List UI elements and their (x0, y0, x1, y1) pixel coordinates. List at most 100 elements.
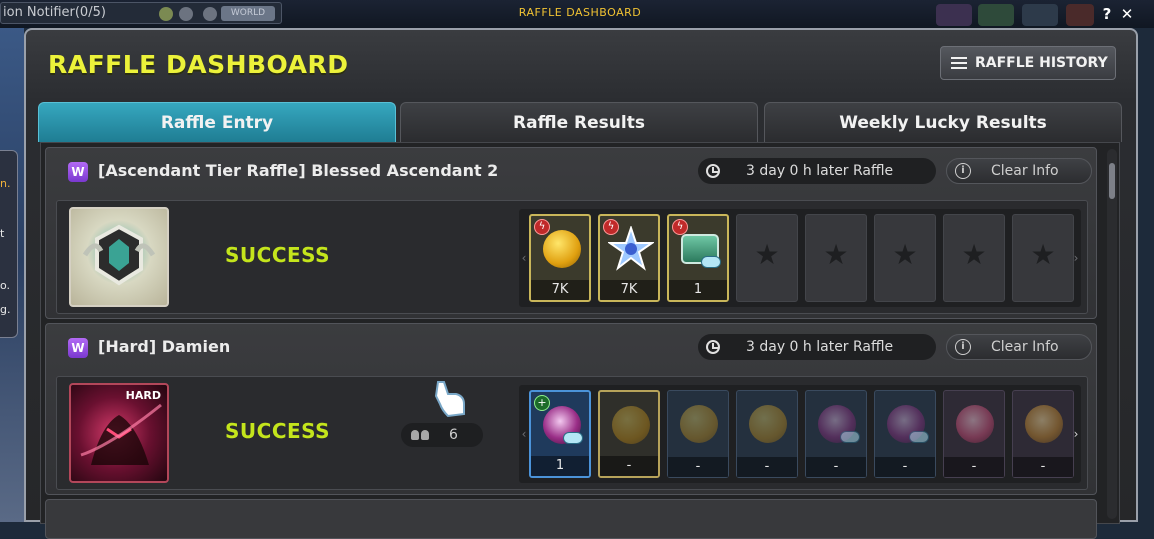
notifier-label: ion Notifier(0/5) (3, 5, 106, 20)
ascendant-emblem-icon (69, 207, 169, 307)
raffle-list: W [Ascendant Tier Raffle] Blessed Ascend… (40, 142, 1120, 539)
world-badge[interactable]: WORLD (221, 6, 275, 21)
empty-star-icon: ★ (961, 238, 987, 271)
reward-qty: - (1013, 457, 1073, 477)
bolt-badge-icon: ϟ (534, 219, 550, 235)
tray-icon[interactable] (936, 4, 972, 26)
empty-star-icon: ★ (754, 238, 780, 271)
empty-star-icon: ★ (1030, 238, 1056, 271)
tab-raffle-results[interactable]: Raffle Results (400, 102, 758, 142)
scrollbar[interactable] (1107, 149, 1117, 519)
side-text: o. (0, 279, 11, 292)
raffle-timer: 3 day 0 h later Raffle (698, 334, 936, 360)
reward-slot[interactable]: - (667, 390, 729, 478)
weekly-badge-icon: W (68, 162, 88, 182)
empty-reward-slot: ★ (1012, 214, 1074, 302)
reward-slot[interactable]: + 1 (529, 390, 591, 478)
raffle-history-label: RAFFLE HISTORY (975, 55, 1108, 71)
cloud-icon (701, 256, 721, 268)
reward-qty: - (944, 457, 1004, 477)
settings-icon[interactable] (179, 7, 193, 21)
raffle-card-header: W [Ascendant Tier Raffle] Blessed Ascend… (46, 148, 1096, 196)
raffle-card: W [Hard] Damien 3 day 0 h later Raffle i… (45, 323, 1097, 495)
info-icon: i (955, 163, 971, 179)
empty-reward-slot: ★ (874, 214, 936, 302)
reward-slot[interactable]: - (1012, 390, 1074, 478)
gold-coin-icon (749, 405, 787, 443)
cloud-icon (909, 431, 929, 443)
reward-qty: - (737, 457, 797, 477)
empty-star-icon: ★ (823, 238, 849, 271)
reward-slot[interactable]: ϟ 7K (598, 214, 660, 302)
menu-icon (951, 57, 967, 69)
side-panel: n. t o. g. (0, 150, 18, 338)
clear-info-button[interactable]: i Clear Info (946, 334, 1092, 360)
page-title: RAFFLE DASHBOARD (48, 50, 349, 79)
scroll-thumb[interactable] (1109, 163, 1115, 199)
clear-info-label: Clear Info (991, 339, 1059, 355)
reward-slot[interactable]: - (736, 390, 798, 478)
clear-info-button[interactable]: i Clear Info (946, 158, 1092, 184)
reward-slot[interactable]: - (598, 390, 660, 478)
star-crystal-icon (608, 226, 654, 271)
clock-icon (706, 340, 720, 354)
reward-qty: 1 (531, 456, 589, 476)
gold-coin-icon (543, 230, 581, 268)
plus-badge-icon: + (534, 395, 550, 411)
tray-icon[interactable] (1022, 4, 1058, 26)
raffle-timer-text: 3 day 0 h later Raffle (746, 339, 894, 355)
raffle-card-body: SUCCESS ‹ ϟ 7K ϟ 7K ϟ 1 ★ ★ ★ ★ ★ › (56, 200, 1088, 314)
raffle-card: W [Ascendant Tier Raffle] Blessed Ascend… (45, 147, 1097, 319)
empty-reward-slot: ★ (943, 214, 1005, 302)
bolt-badge-icon: ϟ (672, 219, 688, 235)
scroll-left-icon[interactable]: ‹ (519, 209, 529, 307)
weekly-badge-icon: W (68, 338, 88, 358)
gold-orb-icon (1025, 405, 1063, 443)
info-icon: i (955, 339, 971, 355)
reward-slot[interactable]: ϟ 1 (667, 214, 729, 302)
tab-raffle-entry[interactable]: Raffle Entry (38, 102, 396, 142)
clock-icon (706, 164, 720, 178)
gold-coin-icon (612, 406, 650, 444)
tray-icon[interactable] (1066, 4, 1094, 26)
party-count: 6 (401, 423, 483, 447)
reward-qty: - (875, 457, 935, 477)
raffle-status: SUCCESS (225, 243, 331, 267)
background-game-screen: n. t o. g. (0, 0, 24, 522)
raffle-card-header: W [Hard] Damien 3 day 0 h later Raffle i… (46, 324, 1096, 372)
plus-icon[interactable] (159, 7, 173, 21)
raffle-status: SUCCESS (225, 419, 331, 443)
scroll-right-icon[interactable]: › (1071, 385, 1081, 483)
close-button[interactable]: ✕ (1118, 5, 1136, 23)
reward-qty: 7K (600, 280, 658, 300)
scroll-right-icon[interactable]: › (1071, 209, 1081, 307)
raffle-title: [Hard] Damien (98, 337, 231, 356)
tray-icon[interactable] (978, 4, 1014, 26)
reward-qty: - (806, 457, 866, 477)
raffle-dashboard-window: RAFFLE DASHBOARD RAFFLE HISTORY Raffle E… (24, 28, 1138, 539)
raffle-title: [Ascendant Tier Raffle] Blessed Ascendan… (98, 161, 499, 180)
party-icon (411, 430, 429, 440)
raffle-card-body: HARD SUCCESS 6 ‹ + 1 - - - - - - - › (56, 376, 1088, 490)
reward-slot[interactable]: - (943, 390, 1005, 478)
reward-slot[interactable]: ϟ 7K (529, 214, 591, 302)
reward-qty: - (600, 456, 658, 476)
reward-slot[interactable]: - (874, 390, 936, 478)
gold-coin-icon (680, 405, 718, 443)
cloud-icon (840, 431, 860, 443)
raffle-timer: 3 day 0 h later Raffle (698, 158, 936, 184)
side-text: n. (0, 177, 11, 190)
reward-strip: ‹ + 1 - - - - - - - › (519, 385, 1081, 483)
reward-qty: - (668, 457, 728, 477)
side-text: g. (0, 303, 11, 316)
raffle-history-button[interactable]: RAFFLE HISTORY (940, 46, 1116, 80)
scroll-left-icon[interactable]: ‹ (519, 385, 529, 483)
reward-strip: ‹ ϟ 7K ϟ 7K ϟ 1 ★ ★ ★ ★ ★ › (519, 209, 1081, 307)
raffle-timer-text: 3 day 0 h later Raffle (746, 163, 894, 179)
notifier-panel[interactable]: ion Notifier(0/5) WORLD (0, 2, 282, 24)
toggle-icon[interactable] (203, 7, 217, 21)
tab-weekly-lucky-results[interactable]: Weekly Lucky Results (764, 102, 1122, 142)
reward-slot[interactable]: - (805, 390, 867, 478)
hand-cursor-icon (434, 381, 465, 418)
help-button[interactable]: ? (1098, 5, 1116, 23)
